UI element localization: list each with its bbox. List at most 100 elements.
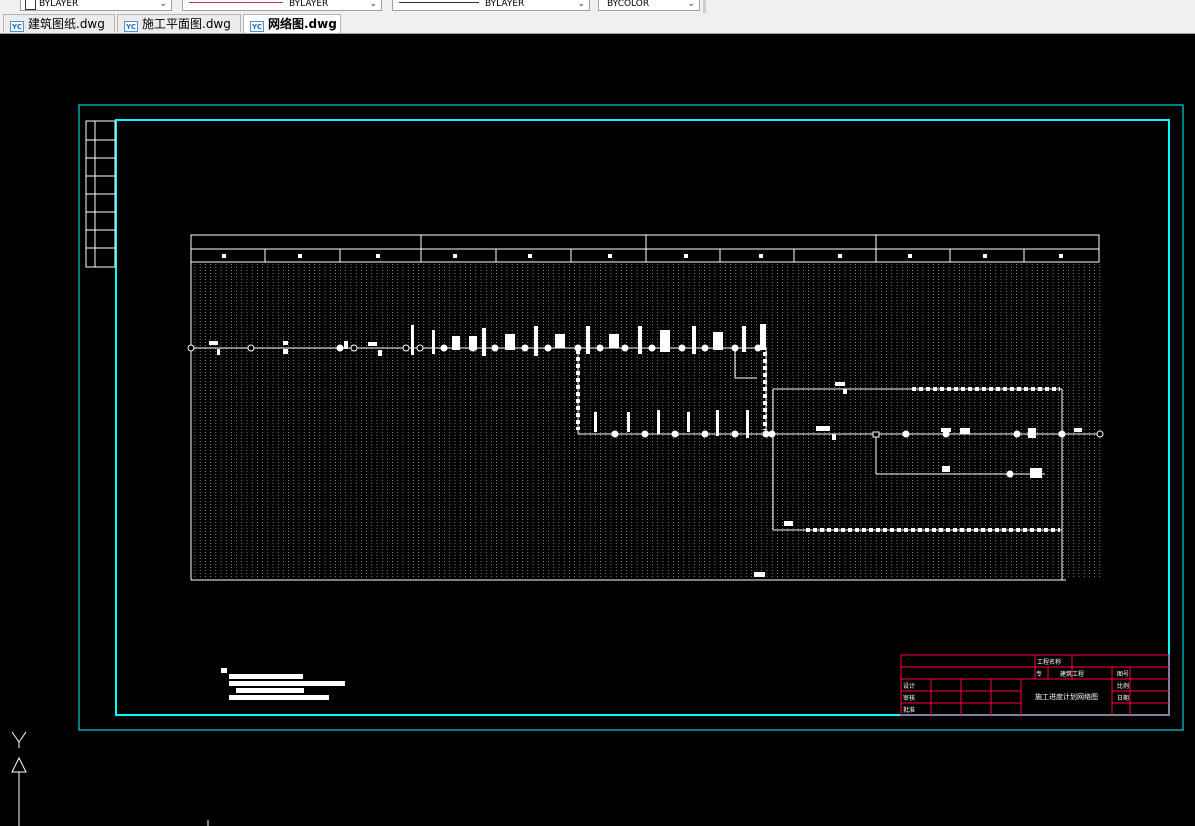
network-node: [701, 344, 709, 352]
grid-footnote-mark: [754, 572, 765, 577]
chevron-down-icon: ⌄: [159, 0, 167, 9]
network-node: [1096, 430, 1104, 438]
network-node: [648, 344, 656, 352]
color-combo[interactable]: BYCOLOR ⌄: [598, 0, 700, 11]
network-node: [336, 344, 344, 352]
project-name-label: 工程名称: [1037, 658, 1061, 666]
specialty-value: 建筑工程: [1060, 670, 1084, 678]
network-node: [521, 344, 529, 352]
activity-label-mark: [555, 334, 565, 348]
timeline-tick: [608, 254, 612, 258]
timeline-header: [190, 234, 1100, 263]
activity-label-mark: [941, 428, 951, 432]
layer-combo[interactable]: BYLAYER ⌄: [20, 0, 172, 11]
activity-label-mark: [283, 341, 288, 345]
activity-label-mark: [942, 466, 950, 472]
tab-construction-plan[interactable]: YC 施工平面图.dwg: [117, 14, 241, 32]
network-node: [440, 344, 448, 352]
color-swatch-icon: [25, 0, 36, 10]
network-node: [1013, 430, 1021, 438]
activity-label-mark: [960, 428, 970, 434]
outer-frame: [78, 104, 1184, 731]
timeline-tick: [528, 254, 532, 258]
yjk-file-icon: YC: [10, 21, 24, 32]
activity-label-mark: [832, 434, 836, 440]
network-node: [187, 344, 195, 352]
activity-label-mark: [609, 334, 619, 348]
activity-labels: [209, 324, 1082, 526]
properties-toolbar: BYLAYER ⌄ BYLAYER ⌄ BYLAYER ⌄ BYCOLOR ⌄: [0, 0, 1195, 14]
network-node: [641, 430, 649, 438]
network-node: [762, 430, 770, 438]
network-node: [544, 344, 552, 352]
activity-label-mark: [505, 334, 515, 350]
timeline-tick: [838, 254, 842, 258]
network-node: [678, 344, 686, 352]
activity-label-mark: [1030, 468, 1042, 478]
activity-label-mark: [209, 341, 218, 345]
network-node: [416, 344, 424, 352]
network-node: [621, 344, 629, 352]
timeline-tick: [222, 254, 226, 258]
tab-building-drawings[interactable]: YC 建筑图纸.dwg: [3, 14, 115, 32]
activity-label-mark: [594, 412, 597, 432]
drawing-svg[interactable]: 工程名称 专 建筑工程 图号 比例 日期 施工进度计划网络图 设计 审核 批准: [0, 34, 1195, 826]
activity-label-mark: [411, 325, 414, 355]
network-node: [402, 344, 410, 352]
activity-label-mark: [835, 382, 845, 386]
title-block: 工程名称 专 建筑工程 图号 比例 日期 施工进度计划网络图 设计 审核 批准: [900, 654, 1170, 716]
activity-label-mark: [657, 410, 660, 434]
network-node: [731, 344, 739, 352]
timeline-tick: [759, 254, 763, 258]
schedule-dot-grid: [194, 264, 1101, 578]
ucs-icon: [11, 731, 209, 826]
timeline-tick: [684, 254, 688, 258]
network-node: [671, 430, 679, 438]
activity-label-mark: [692, 326, 696, 354]
network-node: [247, 344, 255, 352]
approve-label: 批准: [903, 706, 915, 714]
drawing-canvas[interactable]: 工程名称 专 建筑工程 图号 比例 日期 施工进度计划网络图 设计 审核 批准: [0, 34, 1195, 826]
check-label: 审核: [903, 694, 915, 702]
activity-label-mark: [746, 410, 749, 438]
activity-label-mark: [283, 349, 288, 354]
activity-label-mark: [432, 330, 435, 354]
linetype-preview: [189, 2, 283, 3]
activity-label-mark: [660, 330, 670, 352]
network-node: [596, 344, 604, 352]
activity-label-mark: [1074, 428, 1082, 432]
tab-label: 网络图.dwg: [268, 17, 337, 31]
toolbar-divider: [703, 0, 706, 13]
activity-label-mark: [368, 342, 377, 346]
timeline-tick: [1059, 254, 1063, 258]
network-node: [872, 431, 880, 438]
activity-label-mark: [816, 426, 830, 431]
network-node: [731, 430, 739, 438]
activity-label-mark: [760, 324, 766, 350]
tab-network-diagram[interactable]: YC 网络图.dwg: [243, 14, 341, 33]
activity-label-mark: [713, 332, 723, 350]
lineweight-combo[interactable]: BYLAYER ⌄: [392, 0, 590, 11]
network-node: [1006, 470, 1014, 478]
activity-label-mark: [452, 336, 460, 350]
timeline-tick: [298, 254, 302, 258]
network-node: [491, 344, 499, 352]
network-node: [768, 430, 776, 438]
linetype-combo[interactable]: BYLAYER ⌄: [182, 0, 382, 11]
activity-label-mark: [378, 350, 382, 356]
design-label: 设计: [903, 682, 915, 690]
scale-label: 比例: [1117, 682, 1129, 690]
tab-label: 建筑图纸.dwg: [28, 17, 105, 31]
lineweight-combo-value: BYLAYER: [485, 0, 525, 9]
network-node: [350, 344, 358, 352]
activity-label-mark: [1028, 428, 1036, 438]
activity-label-mark: [534, 326, 538, 356]
binding-strip: [85, 120, 116, 268]
timeline-tick: [908, 254, 912, 258]
activity-label-mark: [469, 336, 477, 350]
specialty-label: 专: [1036, 670, 1042, 678]
activity-label-mark: [586, 326, 590, 354]
date-label: 日期: [1117, 694, 1129, 702]
activity-label-mark: [687, 412, 690, 432]
legend-notes: [221, 668, 345, 700]
